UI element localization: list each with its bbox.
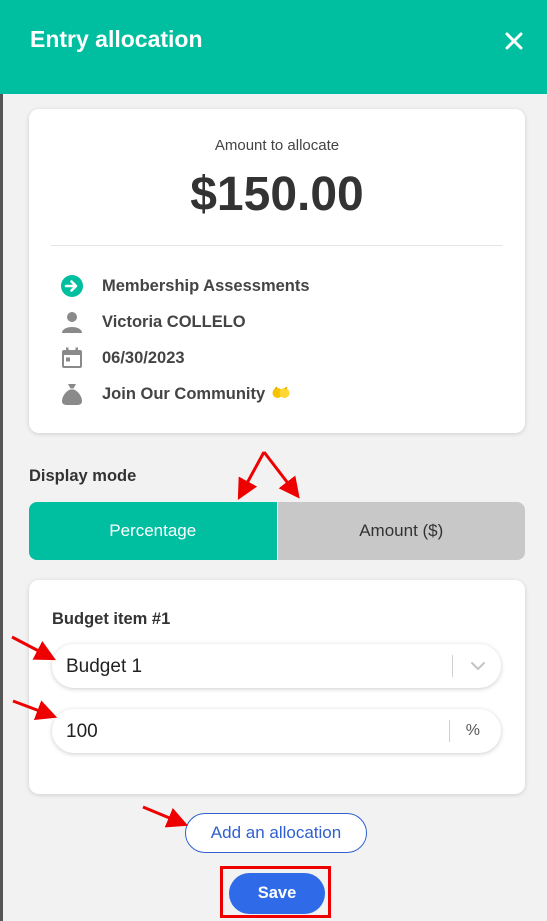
- annotation-arrows: [11, 451, 300, 828]
- mode-annotation-arrows: [237, 451, 300, 500]
- arrow-to-budget-select: [11, 635, 56, 661]
- arrow-to-percentage: [237, 451, 266, 500]
- arrow-to-add-allocation: [142, 805, 189, 828]
- arrow-to-percentage-input: [12, 699, 58, 721]
- arrow-to-amount: [262, 451, 300, 499]
